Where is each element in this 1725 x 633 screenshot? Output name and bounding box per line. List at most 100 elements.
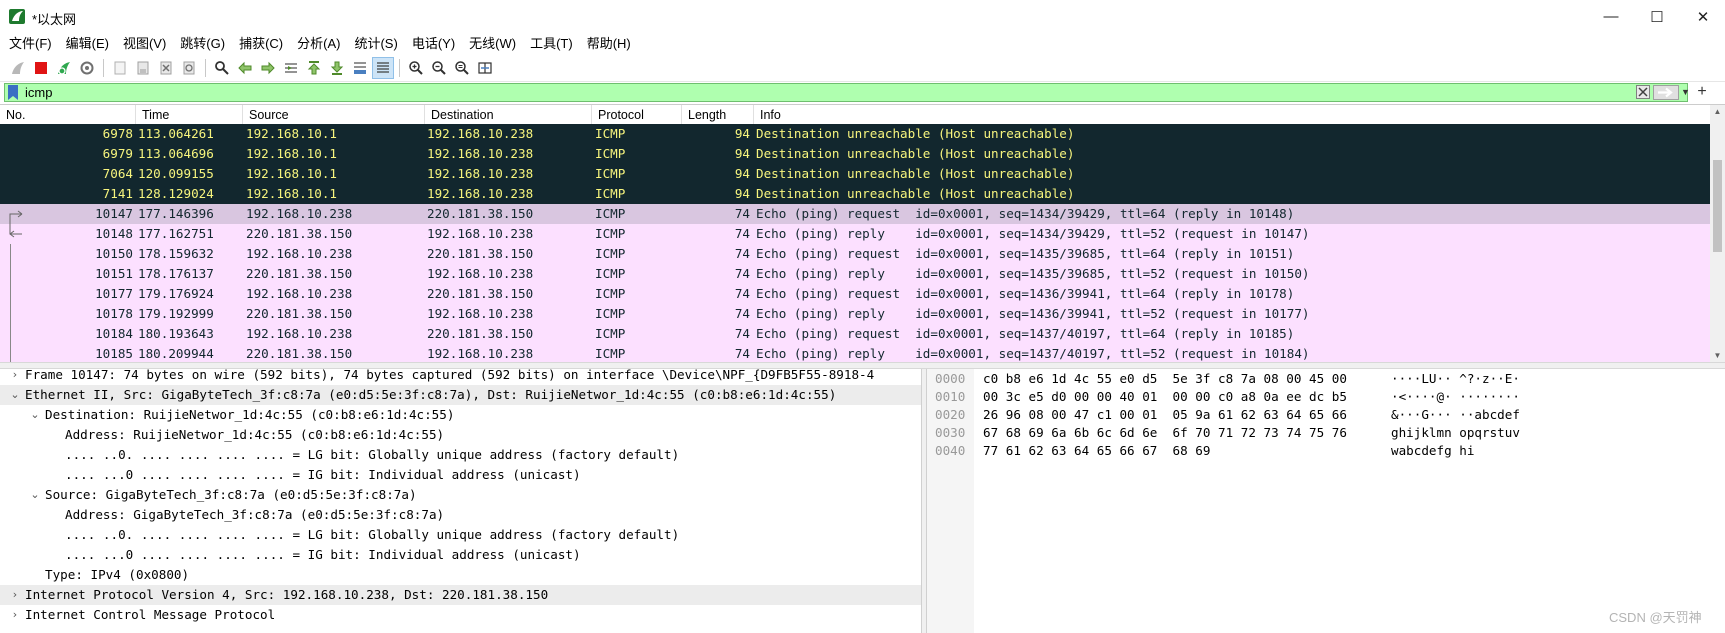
tree-item[interactable]: .... ..0. .... .... .... .... = LG bit: … <box>0 525 921 545</box>
collapse-arrow-icon[interactable]: ⌄ <box>29 485 41 505</box>
go-back-icon[interactable] <box>234 57 256 79</box>
display-filter-input[interactable] <box>25 84 1625 101</box>
packet-row[interactable]: 10185 180.209944 220.181.38.150 192.168.10.… <box>0 344 1710 362</box>
tree-item[interactable]: .... ...0 .... .... .... .... = IG bit: … <box>0 465 921 485</box>
column-header-destination[interactable]: Destination <box>425 105 592 126</box>
tree-item[interactable]: ⌄ Source: GigaByteTech_3f:c8:7a (e0:d5:5e… <box>0 485 921 505</box>
related-connector <box>10 244 11 264</box>
collapse-arrow-icon[interactable]: ⌄ <box>29 405 41 425</box>
menu-telephony[interactable]: 电话(Y) <box>407 33 464 55</box>
menu-edit[interactable]: 编辑(E) <box>61 33 118 55</box>
packet-row[interactable]: 7141 128.129024 192.168.10.1 192.168.10.238… <box>0 184 1710 204</box>
maximize-icon: ☐ <box>1650 8 1664 26</box>
packet-protocol: ICMP <box>595 266 626 281</box>
tree-item[interactable]: ⌄ Ethernet II, Src: GigaByteTech_3f:c8:7a… <box>0 385 921 405</box>
tree-item[interactable]: ⌄ Destination: RuijieNetwor_1d:4c:55 (c0:… <box>0 405 921 425</box>
menu-file[interactable]: 文件(F) <box>4 33 61 55</box>
menu-wireless[interactable]: 无线(W) <box>464 33 525 55</box>
tree-item[interactable]: › Internet Control Message Protocol <box>0 605 921 625</box>
tree-item[interactable]: Address: GigaByteTech_3f:c8:7a (e0:d5:5e… <box>0 505 921 525</box>
restart-capture-icon[interactable] <box>53 57 75 79</box>
menu-go[interactable]: 跳转(G) <box>175 33 234 55</box>
expand-arrow-icon[interactable]: › <box>9 605 21 625</box>
go-last-icon[interactable] <box>326 57 348 79</box>
packet-length: 94 <box>734 126 750 141</box>
toolbar-separator <box>103 59 104 77</box>
collapse-arrow-icon[interactable]: ⌄ <box>9 385 21 405</box>
expand-arrow-icon[interactable]: › <box>9 369 21 385</box>
reload-file-icon[interactable] <box>178 57 200 79</box>
zoom-in-icon[interactable] <box>405 57 427 79</box>
colorize-icon[interactable] <box>372 57 394 79</box>
tree-item[interactable]: Address: RuijieNetwor_1d:4c:55 (c0:b8:e6… <box>0 425 921 445</box>
scroll-up-icon[interactable]: ▲ <box>1710 105 1725 119</box>
packet-list-scrollbar[interactable]: ▲ ▼ <box>1710 105 1725 362</box>
save-file-icon[interactable] <box>132 57 154 79</box>
go-to-packet-icon[interactable] <box>280 57 302 79</box>
column-header-no[interactable]: No. <box>0 105 136 126</box>
stop-capture-icon[interactable] <box>30 57 52 79</box>
packet-row[interactable]: 7064 120.099155 192.168.10.1 192.168.10.238… <box>0 164 1710 184</box>
tree-item[interactable]: › Frame 10147: 74 bytes on wire (592 bits… <box>0 369 921 385</box>
display-filter-bar: ▼ + <box>0 82 1725 103</box>
menu-statistics[interactable]: 统计(S) <box>349 33 406 55</box>
packet-row[interactable]: 10147 177.146396 192.168.10.238 220.181.38.… <box>0 204 1710 224</box>
packet-time: 180.193643 <box>138 326 214 341</box>
tree-item[interactable]: .... ..0. .... .... .... .... = LG bit: … <box>0 445 921 465</box>
close-file-icon[interactable] <box>155 57 177 79</box>
packet-row[interactable]: 10148 177.162751 220.181.38.150 192.168.10.… <box>0 224 1710 244</box>
menu-view[interactable]: 视图(V) <box>118 33 175 55</box>
zoom-normal-icon[interactable] <box>451 57 473 79</box>
scroll-down-icon[interactable]: ▼ <box>1710 349 1725 362</box>
menu-analyze[interactable]: 分析(A) <box>292 33 349 55</box>
packet-time: 128.129024 <box>138 186 214 201</box>
packet-bytes-pane: 0000 c0 b8 e6 1d 4c 55 e0 d5 5e 3f c8 7a … <box>927 369 1725 633</box>
packet-row[interactable]: 10150 178.159632 192.168.10.238 220.181.38.… <box>0 244 1710 264</box>
tree-item[interactable]: Type: IPv4 (0x0800) <box>0 565 921 585</box>
go-first-icon[interactable] <box>303 57 325 79</box>
column-header-source[interactable]: Source <box>243 105 425 126</box>
close-button[interactable]: ✕ <box>1680 0 1725 33</box>
menu-help[interactable]: 帮助(H) <box>582 33 640 55</box>
packet-row[interactable]: 10184 180.193643 192.168.10.238 220.181.38.… <box>0 324 1710 344</box>
zoom-out-icon[interactable] <box>428 57 450 79</box>
packet-row[interactable]: 6978 113.064261 192.168.10.1 192.168.10.238… <box>0 124 1710 144</box>
packet-source: 220.181.38.150 <box>246 346 353 361</box>
capture-options-icon[interactable] <box>76 57 98 79</box>
byte-ascii: ····LU·· ^?·z··E· <box>1391 371 1520 386</box>
apply-filter-icon[interactable] <box>1653 85 1679 100</box>
menu-capture[interactable]: 捕获(C) <box>234 33 292 55</box>
column-header-protocol[interactable]: Protocol <box>592 105 682 126</box>
byte-ascii: &···G··· ··abcdef <box>1391 407 1520 422</box>
bookmark-icon[interactable] <box>7 85 19 100</box>
scrollbar-thumb[interactable] <box>1713 160 1722 252</box>
column-header-time[interactable]: Time <box>136 105 243 126</box>
shark-fin-start-icon[interactable] <box>7 57 29 79</box>
minimize-button[interactable]: — <box>1588 0 1634 33</box>
packet-protocol: ICMP <box>595 126 626 141</box>
maximize-button[interactable]: ☐ <box>1634 0 1680 33</box>
column-header-length[interactable]: Length <box>682 105 754 126</box>
packet-row[interactable]: 6979 113.064696 192.168.10.1 192.168.10.238… <box>0 144 1710 164</box>
filter-history-dropdown-icon[interactable]: ▼ <box>1681 87 1690 97</box>
packet-row[interactable]: 10177 179.176924 192.168.10.238 220.181.38.… <box>0 284 1710 304</box>
tree-item[interactable]: .... ...0 .... .... .... .... = IG bit: … <box>0 545 921 565</box>
resize-columns-icon[interactable] <box>474 57 496 79</box>
go-forward-icon[interactable] <box>257 57 279 79</box>
find-packet-icon[interactable] <box>211 57 233 79</box>
packet-protocol: ICMP <box>595 186 626 201</box>
packet-row[interactable]: 10178 179.192999 220.181.38.150 192.168.10.… <box>0 304 1710 324</box>
expand-arrow-icon[interactable]: › <box>9 585 21 605</box>
clear-filter-icon[interactable] <box>1636 85 1650 99</box>
title-bar: *以太网 — ☐ ✕ <box>0 0 1725 33</box>
autoscroll-icon[interactable] <box>349 57 371 79</box>
packet-row[interactable]: 10151 178.176137 220.181.38.150 192.168.10.… <box>0 264 1710 284</box>
tree-item[interactable]: › Internet Protocol Version 4, Src: 192.1… <box>0 585 921 605</box>
open-file-icon[interactable] <box>109 57 131 79</box>
add-filter-button[interactable]: + <box>1694 82 1710 101</box>
menu-tools[interactable]: 工具(T) <box>525 33 582 55</box>
byte-hex: 00 3c e5 d0 00 00 40 01 00 00 c0 a8 0a e… <box>983 389 1347 404</box>
column-header-info[interactable]: Info <box>754 105 1710 126</box>
pane-splitter[interactable] <box>0 362 1725 369</box>
packet-length: 94 <box>734 146 750 161</box>
